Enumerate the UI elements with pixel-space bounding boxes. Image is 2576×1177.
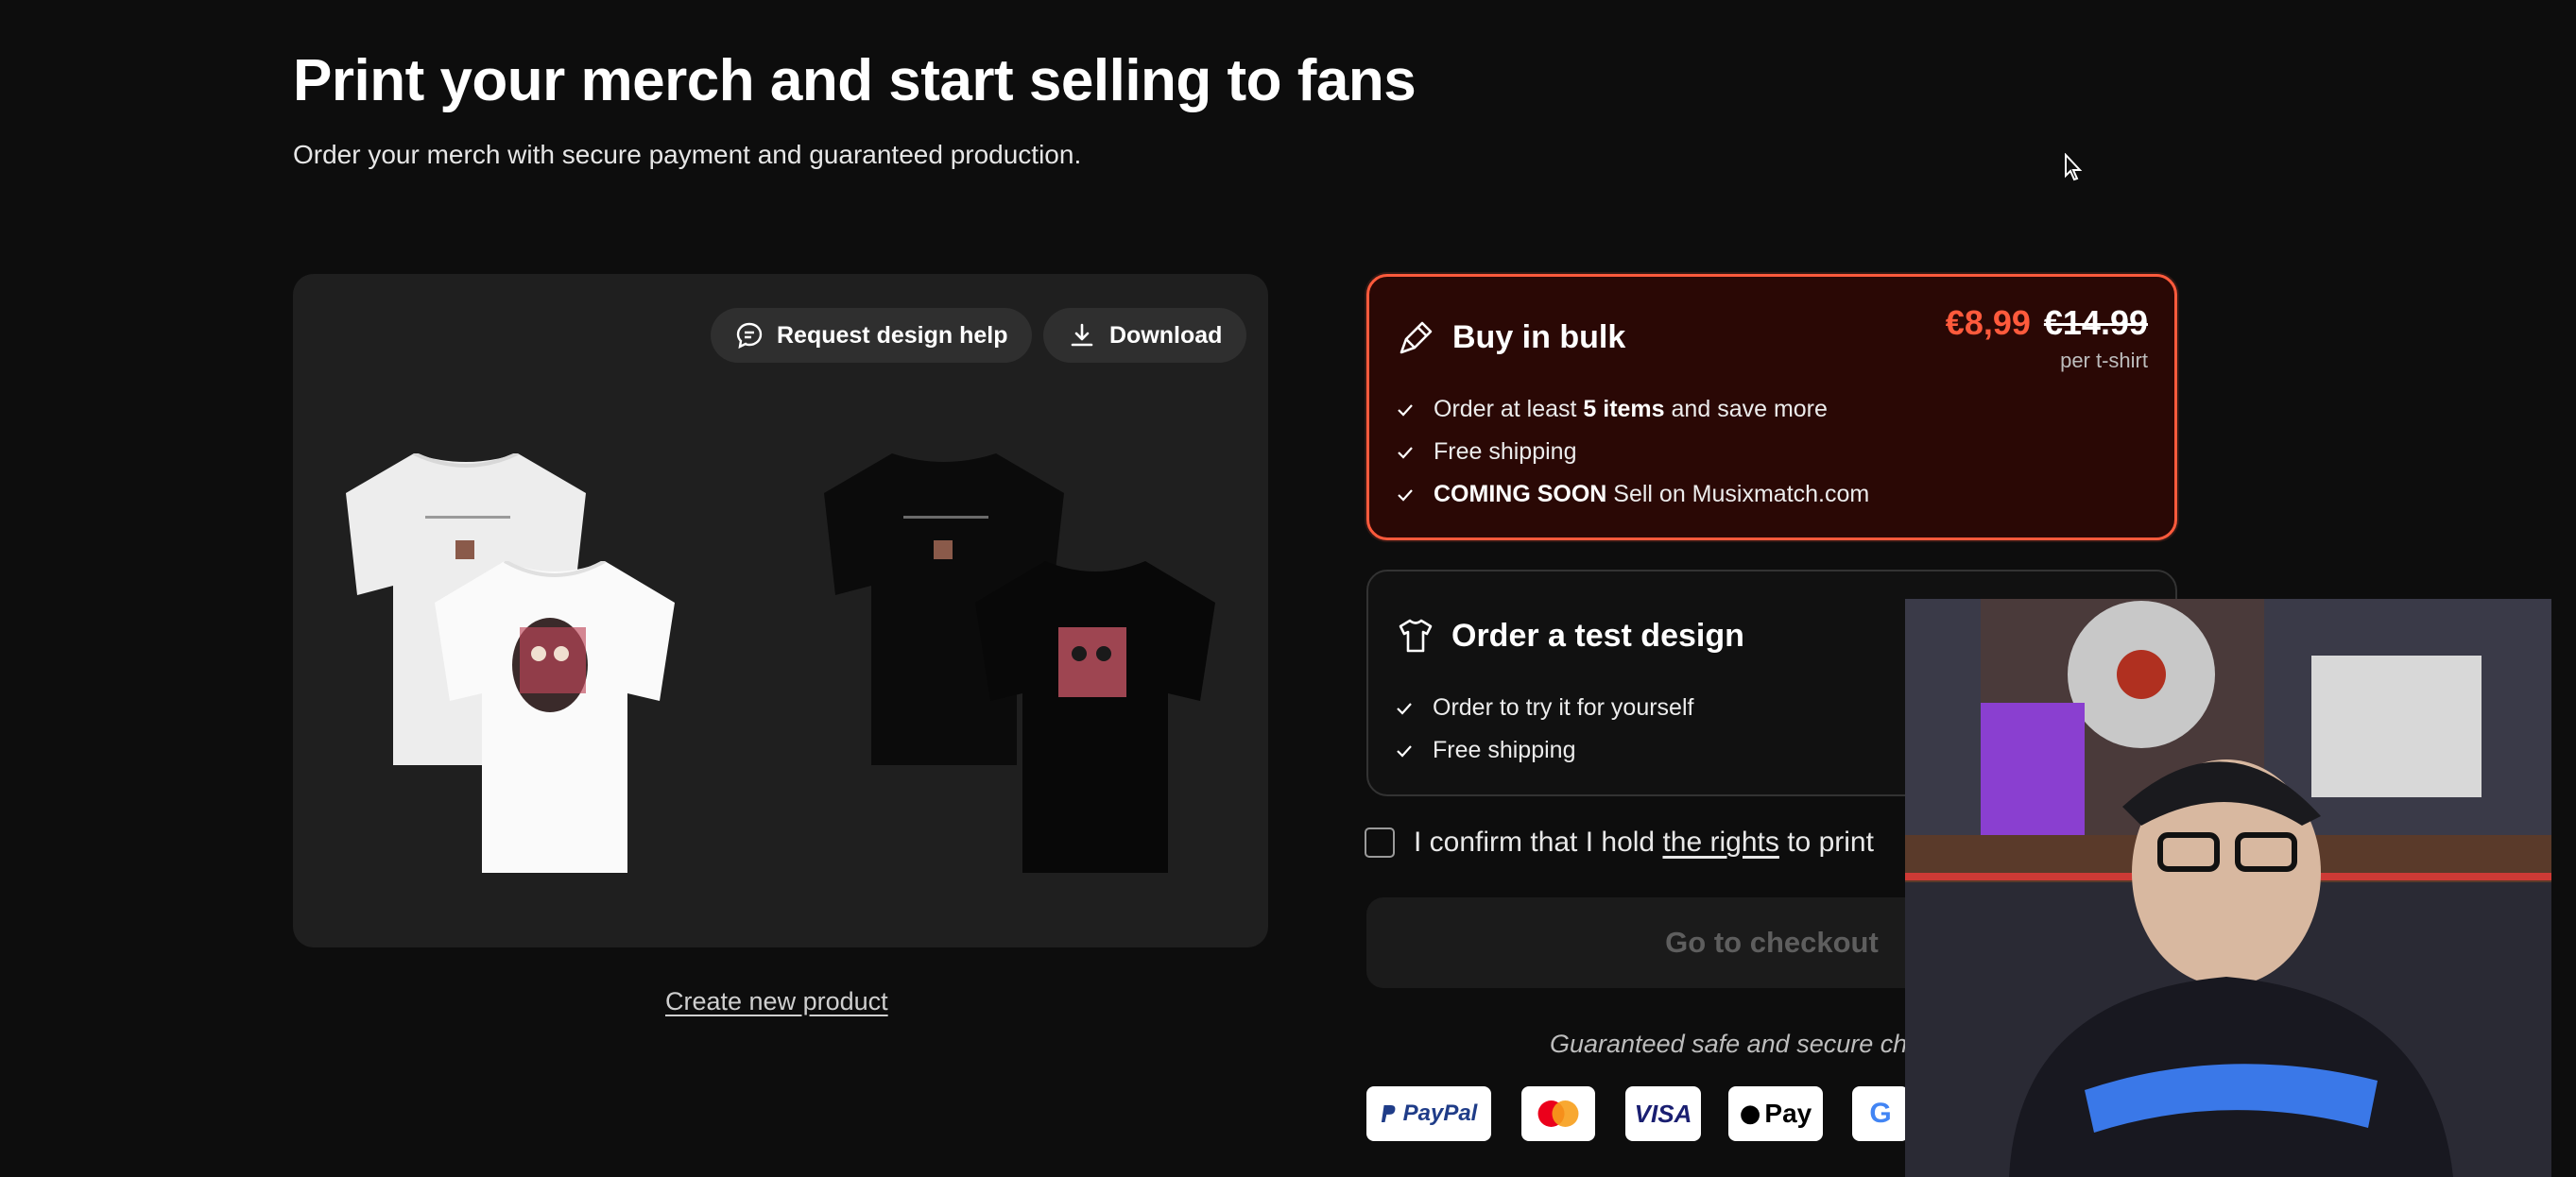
checkmark-icon (1398, 446, 1413, 459)
request-design-help-button[interactable]: Request design help (711, 308, 1033, 363)
page-title: Print your merch and start selling to fa… (293, 48, 1417, 113)
white-tshirt-front-image (435, 561, 675, 873)
download-label: Download (1109, 321, 1223, 349)
paypal-icon (1381, 1105, 1396, 1122)
rights-link[interactable]: the rights (1662, 827, 1778, 858)
checkmark-icon (1398, 488, 1413, 502)
list-item: COMING SOON Sell on Musixmatch.com (1396, 473, 1869, 516)
apple-icon: ● (1739, 1100, 1761, 1128)
download-icon (1071, 323, 1093, 347)
request-design-help-label: Request design help (777, 321, 1008, 349)
test-design-title: Order a test design (1451, 617, 1744, 654)
buy-in-bulk-header: Buy in bulk (1398, 318, 1625, 356)
apple-pay-logo: ● Pay (1728, 1086, 1823, 1141)
list-item: Order at least 5 items and save more (1396, 388, 1869, 431)
confirm-rights-checkbox[interactable] (1365, 827, 1395, 858)
list-item: Order to try it for yourself (1395, 687, 1693, 729)
bulk-price-original: €14.99 (2043, 303, 2148, 342)
secure-checkout-note: Guaranteed safe and secure ch (1550, 1030, 1908, 1058)
bulk-feature-list: Order at least 5 items and save more Fre… (1396, 388, 1869, 516)
list-item: Free shipping (1396, 431, 1869, 473)
list-item: Free shipping (1395, 729, 1693, 772)
bulk-price: €8,99 €14.99 (1946, 303, 2148, 343)
chat-bubble-icon (736, 322, 763, 350)
mastercard-logo (1521, 1086, 1595, 1141)
mouse-cursor-icon (2065, 153, 2083, 181)
bulk-price-discounted: €8,99 (1945, 303, 2031, 342)
page-subtitle: Order your merch with secure payment and… (293, 140, 1082, 169)
presenter-video-frame (1905, 599, 2551, 1177)
paintbrush-icon (1400, 321, 1433, 354)
webcam-overlay (1905, 599, 2551, 1177)
test-design-feature-list: Order to try it for yourself Free shippi… (1395, 687, 1693, 772)
buy-in-bulk-option[interactable]: Buy in bulk €8,99 €14.99 per t-shirt Ord… (1366, 274, 2177, 540)
buy-in-bulk-title: Buy in bulk (1452, 318, 1626, 355)
product-preview-panel: Request design help Download (293, 274, 1268, 947)
checkmark-icon (1398, 403, 1413, 417)
checkmark-icon (1397, 702, 1412, 715)
bulk-price-unit: per t-shirt (2060, 349, 2148, 372)
paypal-logo: PayPal (1366, 1086, 1491, 1141)
mastercard-icon (1537, 1100, 1579, 1127)
google-pay-logo: G (1852, 1086, 1909, 1141)
test-design-header: Order a test design (1397, 617, 1744, 655)
tshirt-icon (1399, 619, 1433, 653)
black-tshirt-front-image (975, 561, 1215, 873)
confirm-rights-row: I confirm that I hold the rights to prin… (1365, 827, 1874, 859)
download-button[interactable]: Download (1043, 308, 1247, 363)
create-new-product-link[interactable]: Create new product (665, 987, 888, 1016)
visa-logo: VISA (1625, 1086, 1701, 1141)
checkmark-icon (1397, 744, 1412, 758)
confirm-rights-text: I confirm that I hold the rights to prin… (1414, 827, 1874, 858)
